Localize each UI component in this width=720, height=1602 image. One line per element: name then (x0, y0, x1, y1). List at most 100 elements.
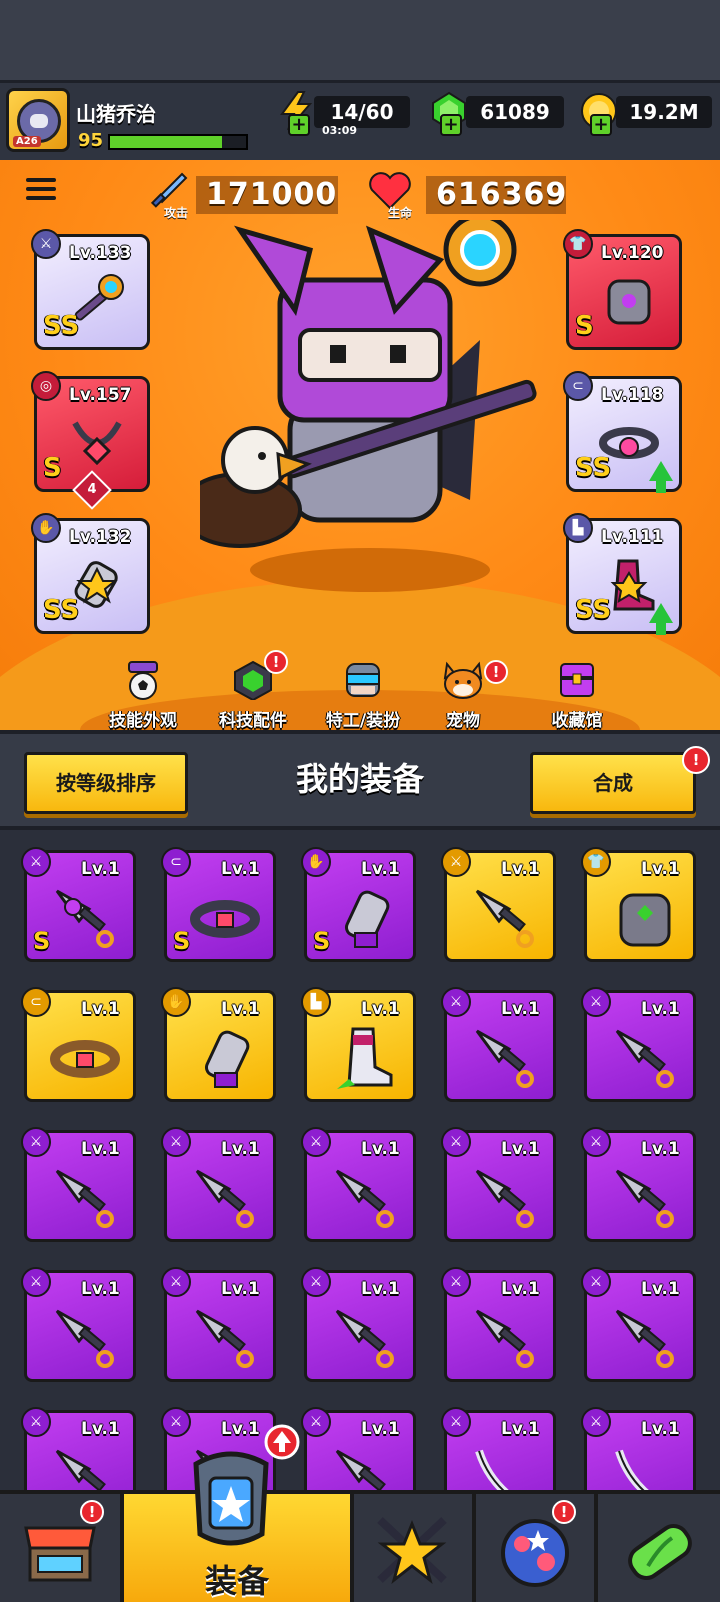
inventory-item[interactable]: ⊂ Lv.1 (21, 987, 136, 1102)
add-gems-button[interactable]: + (440, 114, 462, 136)
xp-fill (110, 136, 222, 148)
game-screen: A26 山猪乔治 95 + 14/60 03:09 + 61089 + 19.2… (0, 0, 720, 1602)
inventory-item[interactable]: ⚔ Lv.1 (581, 1127, 696, 1242)
item-level: Lv.1 (501, 859, 540, 879)
feature-collection[interactable]: 收藏馆 (522, 660, 632, 731)
player-avatar[interactable]: A26 (6, 88, 70, 152)
inventory-item[interactable]: ⚔ Lv.1 (301, 1127, 416, 1242)
nav-equip-label: 装备 (204, 1562, 269, 1600)
item-type-icon: ⚔ (301, 1127, 331, 1157)
merge-button[interactable]: 合成 (530, 752, 696, 814)
kunai-icon (195, 1309, 254, 1368)
inventory-item[interactable]: ⚔ Lv.1 (441, 847, 556, 962)
inventory-item[interactable]: ⚔ Lv.1 (441, 1127, 556, 1242)
item-level: Lv.1 (361, 1419, 400, 1439)
inventory-item[interactable]: ⚔ Lv.1 (441, 1267, 556, 1382)
nav-gene-tab[interactable] (598, 1494, 720, 1602)
inventory-item[interactable]: ⚔ Lv.1 (581, 987, 696, 1102)
item-level: Lv.1 (81, 1419, 120, 1439)
item-level: Lv.1 (641, 999, 680, 1019)
necklace-type-icon: ◎ (31, 371, 61, 401)
menu-icon[interactable] (26, 178, 56, 202)
armor-icon (607, 279, 651, 325)
item-type-icon: ✋ (301, 847, 331, 877)
attack-label: 攻击 (164, 206, 189, 220)
nav-hero-tab[interactable] (354, 1494, 470, 1602)
kunai-icon (475, 1169, 534, 1228)
upgrade-arrow-icon (649, 603, 673, 635)
item-level: Lv.1 (361, 859, 400, 879)
item-level: Lv.1 (501, 1139, 540, 1159)
feature-agent-outfit[interactable]: 特工/装扮 (308, 660, 418, 731)
hero-character[interactable] (200, 220, 540, 600)
item-type-icon: ⚔ (441, 1407, 471, 1437)
star-swords-icon (377, 1517, 447, 1584)
kunai-icon (475, 1029, 534, 1088)
item-type-icon: ⚔ (301, 1267, 331, 1297)
item-level: Lv.1 (81, 1279, 120, 1299)
item-type-icon: ⊂ (161, 847, 191, 877)
gloves-icon (204, 1030, 250, 1088)
inventory-item[interactable]: 👕 Lv.1 (581, 847, 696, 962)
equipped-weapon-slot[interactable]: ⚔ Lv.133 SS (31, 229, 150, 350)
kunai-icon (475, 889, 534, 948)
belt-type-icon: ⊂ (563, 371, 593, 401)
boots-type-icon: ▙ (563, 513, 593, 543)
gem-count: 61089 (466, 96, 564, 128)
item-level: Lv.1 (221, 1279, 260, 1299)
belt-icon (50, 1040, 120, 1078)
item-type-icon: 👕 (581, 847, 611, 877)
slot-level: Lv.111 (601, 527, 664, 547)
slot-level: Lv.157 (69, 385, 132, 405)
armor-icon (619, 893, 671, 947)
inventory-item[interactable]: ⚔ Lv.1 (21, 1267, 136, 1382)
item-level: Lv.1 (641, 1139, 680, 1159)
feature-skill-skin[interactable]: 技能外观 (88, 660, 198, 731)
merge-alert-icon: ! (682, 746, 710, 774)
slot-level: Lv.120 (601, 243, 664, 263)
attack-value: 171000 (196, 176, 338, 214)
inventory-item[interactable]: ⚔ Lv.1 (581, 1267, 696, 1382)
armor-type-icon: 👕 (563, 229, 593, 259)
hp-value: 616369 (426, 176, 566, 214)
inventory-item[interactable]: ⚔ Lv.1 (161, 1127, 276, 1242)
soccer-ball-hat-icon (128, 661, 158, 700)
inventory-item[interactable]: ✋ Lv.1 (161, 987, 276, 1102)
item-level: Lv.1 (361, 999, 400, 1019)
item-type-icon: ⊂ (21, 987, 51, 1017)
equipped-boots-slot[interactable]: ▙ Lv.111 SS (563, 513, 682, 635)
equip-upgrade-icon (264, 1424, 300, 1460)
item-type-icon: ▙ (301, 987, 331, 1017)
equipped-belt-slot[interactable]: ⊂ Lv.118 SS (563, 371, 682, 493)
add-energy-button[interactable]: + (288, 114, 310, 136)
kunai-icon (615, 1029, 674, 1088)
inventory-item[interactable]: ⚔ Lv.1 (301, 1267, 416, 1382)
item-type-icon: ⚔ (581, 987, 611, 1017)
kunai-icon (335, 1309, 394, 1368)
necklace-icon (72, 421, 122, 466)
inventory-item[interactable]: ⊂ Lv.1 S (161, 847, 276, 962)
item-rank: S (313, 927, 331, 955)
equipped-armor-slot[interactable]: 👕 Lv.120 S (563, 229, 682, 350)
inventory-item[interactable]: ⚔ Lv.1 S (21, 847, 136, 962)
shop-icon (24, 1526, 96, 1582)
equipped-gloves-slot[interactable]: ✋ Lv.132 SS (31, 513, 150, 634)
pet-egg-alert-icon: ! (552, 1500, 576, 1524)
nav-pet-egg-tab[interactable] (476, 1494, 594, 1602)
inventory-item[interactable]: ⚔ Lv.1 (441, 987, 556, 1102)
item-level: Lv.1 (641, 1419, 680, 1439)
treasure-chest-icon (560, 663, 594, 697)
inventory-item[interactable]: ⚔ Lv.1 (21, 1127, 136, 1242)
gloves-icon (344, 890, 390, 948)
item-level: Lv.1 (81, 1139, 120, 1159)
coin-count: 19.2M (616, 96, 712, 128)
item-level: Lv.1 (641, 859, 680, 879)
item-type-icon: ⚔ (441, 1127, 471, 1157)
item-type-icon: ⚔ (581, 1407, 611, 1437)
inventory-item[interactable]: ⚔ Lv.1 (161, 1267, 276, 1382)
add-coins-button[interactable]: + (590, 114, 612, 136)
inventory-item[interactable]: ▙ Lv.1 (301, 987, 416, 1102)
feature-tech-parts[interactable]: 科技配件 (198, 660, 308, 731)
kunai-icon (615, 1309, 674, 1368)
inventory-item[interactable]: ✋ Lv.1 S (301, 847, 416, 962)
